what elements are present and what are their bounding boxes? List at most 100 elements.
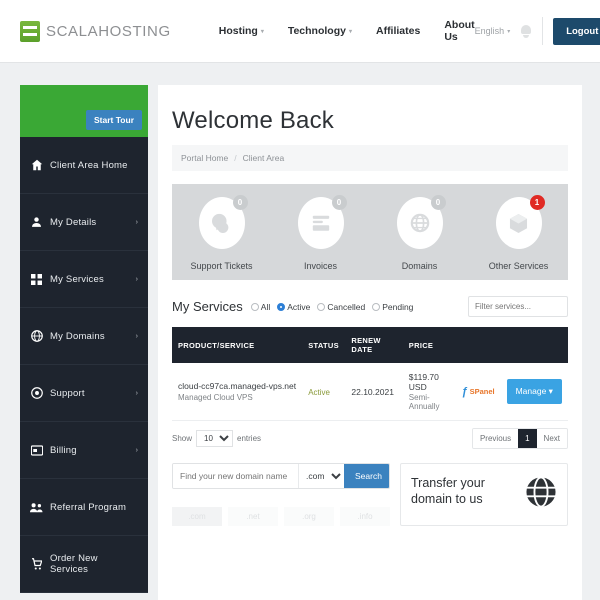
nav-item-about-us-label: About Us (444, 19, 475, 43)
tld-chip-info[interactable]: .info (340, 507, 390, 526)
entries-per-page-select[interactable]: 10 (196, 430, 234, 447)
nav-item-about-us[interactable]: About Us (444, 19, 474, 43)
manage-button[interactable]: Manage ▾ (506, 379, 562, 404)
radio-pending[interactable]: Pending (372, 302, 413, 312)
radio-all[interactable]: All (250, 302, 270, 312)
cell-status: Active (302, 363, 346, 421)
col-renew-date: RENEW DATE (345, 327, 403, 363)
spanel-label: SPanel (469, 387, 495, 396)
radio-dot (372, 302, 381, 311)
spanel-logo[interactable]: ƒ SPanel (461, 386, 494, 398)
sidebar-item-order-new-services[interactable]: Order New Services (20, 536, 148, 593)
notification-bell-icon[interactable] (520, 24, 532, 38)
breadcrumb-portal-home[interactable]: Portal Home (181, 153, 228, 163)
transfer-domain-title: Transfer your domain to us (411, 476, 485, 506)
service-filter-radios: All Active Cancelled Pending (250, 302, 413, 312)
stat-label: Domains (401, 261, 438, 271)
services-table-head: PRODUCT/SERVICE STATUS RENEW DATE PRICE (172, 327, 568, 363)
people-icon (30, 501, 43, 514)
sidebar-item-billing[interactable]: Billing › (20, 422, 148, 479)
chevron-down-icon: ▾ (348, 28, 352, 35)
chevron-right-icon: › (135, 275, 138, 283)
pagination-page-1[interactable]: 1 (518, 429, 537, 448)
radio-cancelled[interactable]: Cancelled (317, 302, 365, 312)
tour-panel: Start Tour (20, 85, 148, 137)
radio-active[interactable]: Active (277, 302, 310, 312)
tld-chip-net[interactable]: .net (228, 507, 278, 526)
tld-chip-org[interactable]: .org (284, 507, 334, 526)
col-price: PRICE (402, 327, 456, 363)
stat-tile-other-services[interactable]: 1 Other Services (469, 195, 568, 271)
sidebar-item-label: My Services (50, 273, 104, 285)
sidebar-item-support[interactable]: Support › (20, 365, 148, 422)
logout-button[interactable]: Logout (553, 17, 600, 45)
box-icon (509, 213, 528, 233)
nav-item-hosting[interactable]: Hosting ▾ (219, 25, 264, 37)
grid-icon (30, 273, 43, 286)
scalahosting-s-logo-icon (20, 20, 40, 42)
tld-select[interactable]: .com (298, 464, 344, 488)
sidebar-item-my-services[interactable]: My Services › (20, 251, 148, 308)
nav-item-affiliates[interactable]: Affiliates (376, 25, 420, 37)
cart-icon (30, 558, 43, 571)
stat-icon-wrap: 1 (495, 195, 545, 249)
nav-item-hosting-label: Hosting (218, 25, 258, 37)
show-label: Show (172, 434, 193, 443)
sidebar-item-referral-program[interactable]: Referral Program (20, 479, 148, 536)
stat-label: Other Services (488, 261, 549, 271)
stat-label: Support Tickets (190, 261, 253, 271)
status-badge: Active (308, 387, 330, 397)
domain-search-button[interactable]: Search (344, 464, 389, 488)
my-services-title: My Services (172, 299, 243, 314)
sidebar-item-my-details[interactable]: My Details › (20, 194, 148, 251)
user-icon (30, 216, 43, 229)
home-icon (30, 159, 43, 172)
pagination-next[interactable]: Next (536, 429, 567, 448)
tld-chip-com[interactable]: .com (172, 507, 222, 526)
start-tour-button[interactable]: Start Tour (86, 110, 142, 130)
brand-logo[interactable]: SCALAHOSTING (20, 20, 171, 42)
breadcrumb-current: Client Area (242, 153, 285, 163)
language-selector[interactable]: English ▾ (475, 26, 511, 36)
stat-tile-support-tickets[interactable]: 0 Support Tickets (172, 195, 271, 271)
lifebuoy-icon (30, 387, 43, 400)
price-cycle: Semi-Annually (408, 393, 440, 411)
sidebar: Start Tour Client Area Home My Details ›… (20, 85, 148, 593)
cell-panel: ƒ SPanel (455, 363, 501, 421)
table-row[interactable]: cloud-cc97ca.managed-vps.net Managed Clo… (172, 363, 568, 421)
nav-divider (542, 17, 544, 45)
entries-label: entries (237, 434, 262, 443)
sidebar-item-my-domains[interactable]: My Domains › (20, 308, 148, 365)
sidebar-item-label: My Details (50, 216, 97, 228)
my-services-header: My Services All Active Cancelled Pending (172, 296, 568, 317)
sidebar-item-label: Client Area Home (50, 159, 128, 171)
filter-services-input[interactable] (468, 296, 568, 317)
primary-nav-links: Hosting ▾ Technology ▾ Affiliates About … (219, 19, 475, 43)
sidebar-item-label: My Domains (50, 330, 105, 342)
stat-icon-wrap: 0 (198, 195, 248, 249)
col-actions (500, 327, 568, 363)
chevron-down-icon: ▾ (260, 28, 264, 35)
table-header-row: PRODUCT/SERVICE STATUS RENEW DATE PRICE (172, 327, 568, 363)
product-domain[interactable]: cloud-cc97ca.managed-vps.net (178, 381, 296, 391)
sidebar-item-label: Support (50, 387, 85, 399)
stat-icon-wrap: 0 (396, 195, 446, 249)
stat-tile-domains[interactable]: 0 Domains (370, 195, 469, 271)
radio-label: Pending (382, 301, 414, 312)
nav-item-technology[interactable]: Technology ▾ (288, 25, 352, 37)
client-area-page: SCALAHOSTING Hosting ▾ Technology ▾ Affi… (0, 0, 600, 600)
sidebar-item-client-area-home[interactable]: Client Area Home (20, 137, 148, 194)
domain-search-group: .com Search (172, 463, 390, 489)
pagination-previous[interactable]: Previous (472, 429, 519, 448)
domain-search-box: .com Search .com .net .org .info (172, 463, 390, 526)
breadcrumb: Portal Home / Client Area (172, 145, 568, 171)
chevron-down-icon: ▾ (548, 386, 553, 396)
transfer-domain-panel[interactable]: Transfer your domain to us (400, 463, 568, 526)
domain-search-input[interactable] (173, 464, 298, 488)
stat-tile-invoices[interactable]: 0 Invoices (271, 195, 370, 271)
sidebar-item-label: Order New Services (50, 553, 98, 575)
stats-panel: 0 Support Tickets 0 Invoices 0 Domains 1… (172, 184, 568, 280)
radio-dot (250, 302, 259, 311)
spanel-swoosh-icon: ƒ (461, 385, 468, 398)
globe-icon (526, 476, 556, 508)
